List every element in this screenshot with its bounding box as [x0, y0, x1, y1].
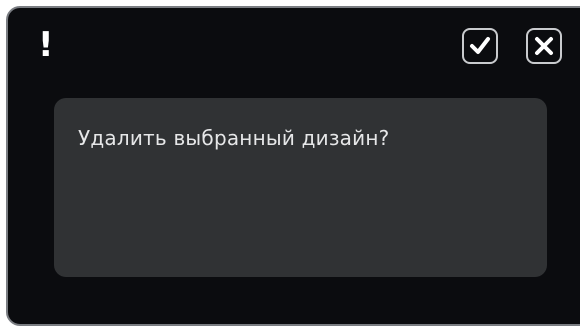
close-icon	[535, 37, 553, 55]
cancel-button[interactable]	[526, 28, 562, 64]
alert-icon: !	[38, 25, 54, 65]
dialog-message: Удалить выбранный дизайн?	[78, 126, 390, 150]
confirm-delete-dialog: ! Удалить выбранный дизайн?	[6, 6, 580, 326]
confirm-button[interactable]	[462, 28, 498, 64]
checkmark-icon	[470, 37, 490, 54]
message-panel: Удалить выбранный дизайн?	[54, 98, 547, 277]
